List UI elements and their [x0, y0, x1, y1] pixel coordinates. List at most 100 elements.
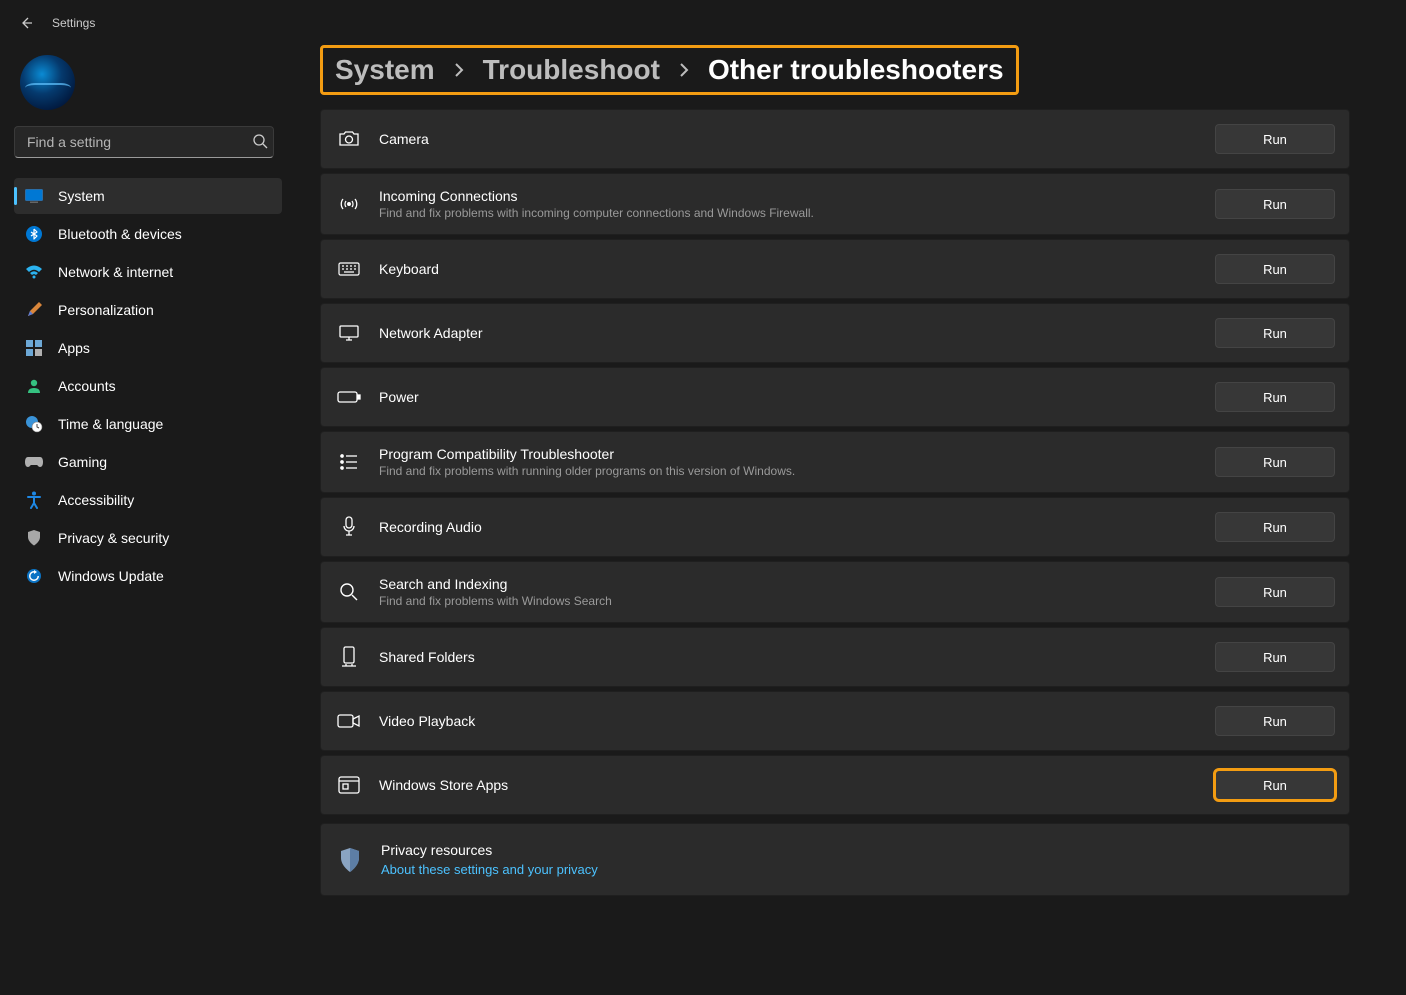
card-title: Camera	[379, 131, 1215, 147]
search-input[interactable]	[14, 126, 274, 158]
troubleshooter-power[interactable]: Power Run	[320, 367, 1350, 427]
card-desc: Find and fix problems with running older…	[379, 464, 1215, 478]
card-text: Power	[379, 389, 1215, 405]
sidebar-item-apps[interactable]: Apps	[14, 330, 282, 366]
card-text: Keyboard	[379, 261, 1215, 277]
camera-icon	[337, 127, 361, 151]
chevron-right-icon	[453, 61, 465, 79]
run-button[interactable]: Run	[1215, 512, 1335, 542]
wifi-icon	[24, 262, 44, 282]
sidebar-item-label: Privacy & security	[58, 530, 272, 546]
sidebar-item-label: Apps	[58, 340, 272, 356]
sidebar-item-update[interactable]: Windows Update	[14, 558, 282, 594]
card-text: Windows Store Apps	[379, 777, 1215, 793]
troubleshooter-network-adapter[interactable]: Network Adapter Run	[320, 303, 1350, 363]
troubleshooter-store-apps[interactable]: Windows Store Apps Run	[320, 755, 1350, 815]
privacy-resources-card: Privacy resources About these settings a…	[320, 823, 1350, 896]
privacy-title: Privacy resources	[381, 842, 1335, 858]
sidebar-item-label: Accounts	[58, 378, 272, 394]
microphone-icon	[337, 515, 361, 539]
sidebar-item-gaming[interactable]: Gaming	[14, 444, 282, 480]
apps-icon	[24, 338, 44, 358]
person-icon	[24, 376, 44, 396]
signal-icon	[337, 192, 361, 216]
update-icon	[24, 566, 44, 586]
troubleshooter-recording-audio[interactable]: Recording Audio Run	[320, 497, 1350, 557]
video-icon	[337, 709, 361, 733]
battery-icon	[337, 385, 361, 409]
titlebar: Settings	[0, 0, 1406, 45]
troubleshooter-incoming[interactable]: Incoming Connections Find and fix proble…	[320, 173, 1350, 235]
sidebar-item-system[interactable]: System	[14, 178, 282, 214]
run-button[interactable]: Run	[1215, 770, 1335, 800]
shared-device-icon	[337, 645, 361, 669]
back-button[interactable]	[16, 13, 36, 33]
monitor-icon	[337, 321, 361, 345]
sidebar-item-bluetooth[interactable]: Bluetooth & devices	[14, 216, 282, 252]
user-avatar[interactable]	[20, 55, 75, 110]
run-button[interactable]: Run	[1215, 254, 1335, 284]
sidebar-item-label: System	[58, 188, 272, 204]
card-text: Search and Indexing Find and fix problem…	[379, 576, 1215, 608]
card-desc: Find and fix problems with incoming comp…	[379, 206, 1215, 220]
card-title: Search and Indexing	[379, 576, 1215, 592]
card-desc: Find and fix problems with Windows Searc…	[379, 594, 1215, 608]
card-title: Recording Audio	[379, 519, 1215, 535]
card-text: Network Adapter	[379, 325, 1215, 341]
card-text: Program Compatibility Troubleshooter Fin…	[379, 446, 1215, 478]
gamepad-icon	[24, 452, 44, 472]
run-button[interactable]: Run	[1215, 447, 1335, 477]
sidebar-item-time[interactable]: Time & language	[14, 406, 282, 442]
window: Settings System Bluetooth & devices	[0, 0, 1406, 995]
sidebar-item-label: Personalization	[58, 302, 272, 318]
sidebar-item-label: Gaming	[58, 454, 272, 470]
bluetooth-icon	[24, 224, 44, 244]
card-title: Power	[379, 389, 1215, 405]
window-app-icon	[337, 773, 361, 797]
sidebar-item-personalization[interactable]: Personalization	[14, 292, 282, 328]
card-title: Windows Store Apps	[379, 777, 1215, 793]
search-wrap	[14, 126, 282, 158]
card-text: Shared Folders	[379, 649, 1215, 665]
sidebar-item-label: Windows Update	[58, 568, 272, 584]
paintbrush-icon	[24, 300, 44, 320]
arrow-left-icon	[18, 15, 34, 31]
card-title: Shared Folders	[379, 649, 1215, 665]
sidebar-item-accounts[interactable]: Accounts	[14, 368, 282, 404]
accessibility-icon	[24, 490, 44, 510]
run-button[interactable]: Run	[1215, 382, 1335, 412]
run-button[interactable]: Run	[1215, 706, 1335, 736]
keyboard-icon	[337, 257, 361, 281]
card-text: Video Playback	[379, 713, 1215, 729]
troubleshooter-shared-folders[interactable]: Shared Folders Run	[320, 627, 1350, 687]
privacy-link[interactable]: About these settings and your privacy	[381, 862, 1335, 877]
shield-icon	[24, 528, 44, 548]
troubleshooter-keyboard[interactable]: Keyboard Run	[320, 239, 1350, 299]
run-button[interactable]: Run	[1215, 189, 1335, 219]
troubleshooter-video[interactable]: Video Playback Run	[320, 691, 1350, 751]
search-icon	[252, 133, 268, 149]
run-button[interactable]: Run	[1215, 124, 1335, 154]
sidebar-item-label: Bluetooth & devices	[58, 226, 272, 242]
app-title: Settings	[52, 16, 95, 30]
breadcrumb: System Troubleshoot Other troubleshooter…	[320, 45, 1019, 95]
sidebar: System Bluetooth & devices Network & int…	[0, 45, 296, 995]
run-button[interactable]: Run	[1215, 642, 1335, 672]
main-content: System Troubleshoot Other troubleshooter…	[296, 45, 1406, 995]
chevron-right-icon	[678, 61, 690, 79]
sidebar-item-label: Time & language	[58, 416, 272, 432]
run-button[interactable]: Run	[1215, 318, 1335, 348]
breadcrumb-troubleshoot[interactable]: Troubleshoot	[483, 54, 660, 86]
sidebar-item-network[interactable]: Network & internet	[14, 254, 282, 290]
run-button[interactable]: Run	[1215, 577, 1335, 607]
clock-globe-icon	[24, 414, 44, 434]
sidebar-item-accessibility[interactable]: Accessibility	[14, 482, 282, 518]
troubleshooter-search[interactable]: Search and Indexing Find and fix problem…	[320, 561, 1350, 623]
card-title: Network Adapter	[379, 325, 1215, 341]
card-text: Privacy resources About these settings a…	[381, 842, 1335, 877]
card-text: Incoming Connections Find and fix proble…	[379, 188, 1215, 220]
troubleshooter-compat[interactable]: Program Compatibility Troubleshooter Fin…	[320, 431, 1350, 493]
troubleshooter-camera[interactable]: Camera Run	[320, 109, 1350, 169]
breadcrumb-system[interactable]: System	[335, 54, 435, 86]
sidebar-item-privacy[interactable]: Privacy & security	[14, 520, 282, 556]
